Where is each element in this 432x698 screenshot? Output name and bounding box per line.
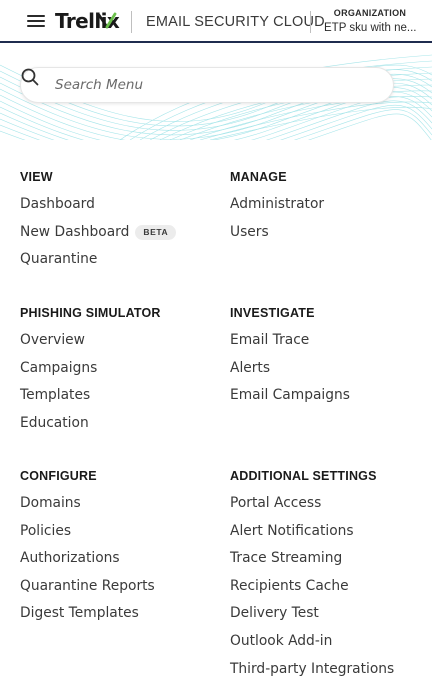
- menu-item-templates[interactable]: Templates: [20, 386, 161, 414]
- menu-item-dashboard[interactable]: Dashboard: [20, 195, 176, 223]
- menu-item-education[interactable]: Education: [20, 414, 161, 442]
- menu-item-delivery-test[interactable]: Delivery Test: [230, 604, 394, 632]
- header-divider: [310, 11, 311, 33]
- section-title-configure: CONFIGURE: [20, 469, 97, 483]
- menu-item-digest-templates[interactable]: Digest Templates: [20, 604, 155, 632]
- search-box[interactable]: [20, 67, 394, 103]
- search-input[interactable]: [55, 68, 385, 102]
- menu-item-quarantine[interactable]: Quarantine: [20, 250, 176, 278]
- section-additional-settings: ADDITIONAL SETTINGS Portal Access Alert …: [230, 468, 394, 687]
- menu-item-quarantine-reports[interactable]: Quarantine Reports: [20, 577, 155, 605]
- menu-item-recipients-cache[interactable]: Recipients Cache: [230, 577, 394, 605]
- menu-item-alert-notifications[interactable]: Alert Notifications: [230, 522, 394, 550]
- menu-item-email-campaigns[interactable]: Email Campaigns: [230, 386, 350, 414]
- organization-label: ORGANIZATION: [333, 8, 407, 18]
- section-investigate: INVESTIGATE Email Trace Alerts Email Cam…: [230, 305, 350, 414]
- menu-item-authorizations[interactable]: Authorizations: [20, 549, 155, 577]
- section-title-phishing-simulator: PHISHING SIMULATOR: [20, 306, 161, 320]
- trellix-logo-mark: [97, 12, 117, 29]
- menu-item-outlook-add-in[interactable]: Outlook Add-in: [230, 632, 394, 660]
- section-title-additional-settings: ADDITIONAL SETTINGS: [230, 469, 377, 483]
- menu-item-users[interactable]: Users: [230, 223, 324, 251]
- header-divider: [131, 11, 132, 33]
- menu-item-trace-streaming[interactable]: Trace Streaming: [230, 549, 394, 577]
- menu-item-alerts[interactable]: Alerts: [230, 359, 350, 387]
- menu-item-new-dashboard[interactable]: New Dashboard BETA: [20, 223, 177, 251]
- menu-item-domains[interactable]: Domains: [20, 494, 155, 522]
- hamburger-menu-icon[interactable]: [27, 14, 45, 28]
- search-band: [0, 45, 432, 140]
- menu-item-third-party-integrations[interactable]: Third-party Integrations: [230, 660, 394, 688]
- section-manage: MANAGE Administrator Users: [230, 169, 324, 250]
- section-phishing-simulator: PHISHING SIMULATOR Overview Campaigns Te…: [20, 305, 161, 441]
- section-title-view: VIEW: [20, 170, 53, 184]
- section-view: VIEW Dashboard New Dashboard BETA Quarant…: [20, 169, 177, 278]
- top-header: Trellix EMAIL SECURITY CLOUD ORGANIZATIO…: [0, 0, 432, 43]
- product-name: EMAIL SECURITY CLOUD: [146, 14, 325, 30]
- menu-item-policies[interactable]: Policies: [20, 522, 155, 550]
- search-icon: [21, 68, 39, 86]
- section-title-manage: MANAGE: [230, 170, 287, 184]
- section-configure: CONFIGURE Domains Policies Authorization…: [20, 468, 155, 632]
- menu-item-administrator[interactable]: Administrator: [230, 195, 324, 223]
- menu-item-overview[interactable]: Overview: [20, 331, 161, 359]
- menu-item-email-trace[interactable]: Email Trace: [230, 331, 350, 359]
- organization-selector[interactable]: ETP sku with ne...: [324, 22, 418, 34]
- section-title-investigate: INVESTIGATE: [230, 306, 315, 320]
- menu-item-campaigns[interactable]: Campaigns: [20, 359, 161, 387]
- menu-item-new-dashboard-label: New Dashboard: [20, 223, 130, 240]
- beta-badge: BETA: [135, 224, 177, 240]
- menu-item-portal-access[interactable]: Portal Access: [230, 494, 394, 522]
